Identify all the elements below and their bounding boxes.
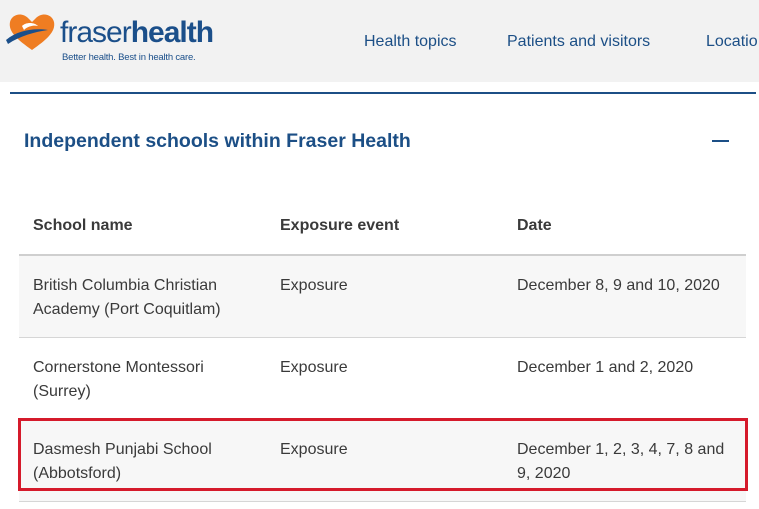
column-header-exposure-event: Exposure event [280, 217, 400, 234]
table-header-row: School name Exposure event Date [19, 198, 746, 256]
column-header-date: Date [517, 217, 552, 234]
column-header-school-name: School name [33, 217, 133, 234]
school-name-cell: Cornerstone Montessori (Surrey) [33, 359, 204, 400]
section-divider [10, 92, 756, 94]
table-row: Dasmesh Punjabi School (Abbotsford) Expo… [19, 420, 746, 502]
collapse-minus-icon[interactable] [712, 140, 730, 143]
exposure-event-cell: Exposure [280, 277, 348, 294]
date-cell: December 8, 9 and 10, 2020 [517, 277, 720, 294]
nav-patients-and-visitors[interactable]: Patients and visitors [507, 33, 650, 51]
nav-health-topics[interactable]: Health topics [364, 33, 457, 51]
table-row: British Columbia Christian Academy (Port… [19, 256, 746, 338]
section-title[interactable]: Independent schools within Fraser Health [24, 130, 411, 153]
exposure-event-cell: Exposure [280, 359, 348, 376]
exposure-event-cell: Exposure [280, 441, 348, 458]
nav-locations[interactable]: Locatio [706, 33, 758, 51]
date-cell: December 1 and 2, 2020 [517, 359, 694, 376]
main-nav: Health topics Patients and visitors Loca… [0, 33, 759, 55]
site-header: fraserhealth Better health. Best in heal… [0, 0, 759, 82]
school-name-cell: Dasmesh Punjabi School (Abbotsford) [33, 441, 212, 482]
table-row: Cornerstone Montessori (Surrey) Exposure… [19, 338, 746, 420]
school-name-cell: British Columbia Christian Academy (Port… [33, 277, 221, 318]
date-cell: December 1, 2, 3, 4, 7, 8 and 9, 2020 [517, 441, 725, 482]
schools-table: School name Exposure event Date British … [19, 198, 746, 502]
